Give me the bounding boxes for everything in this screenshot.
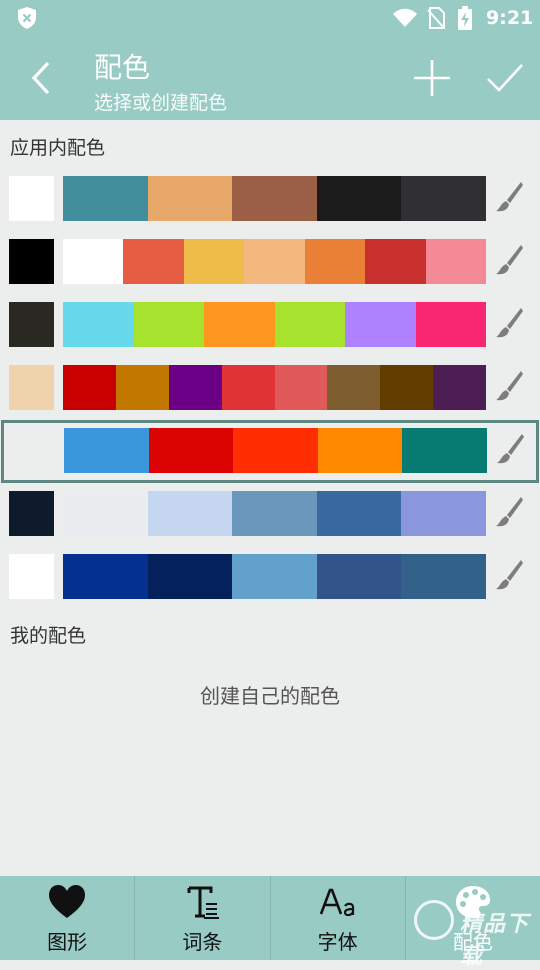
- palette-color-cell: [274, 302, 345, 347]
- brush-edit-icon[interactable]: [494, 306, 524, 340]
- palette-base-swatch: [9, 365, 54, 410]
- watermark: 精品下载: [414, 888, 540, 969]
- heart-icon: [49, 885, 86, 918]
- palette-row[interactable]: [0, 357, 540, 420]
- palette-base-swatch: [9, 554, 54, 599]
- brush-edit-icon[interactable]: [494, 495, 524, 529]
- palette-color-strip: [64, 428, 487, 473]
- page-subtitle: 选择或创建配色: [94, 92, 228, 114]
- section-label-builtin: 应用内配色: [10, 137, 106, 159]
- palette-color-strip: [63, 365, 486, 410]
- nav-label-words: 词条: [182, 930, 223, 954]
- palette-color-cell: [402, 428, 487, 473]
- page-title: 配色: [94, 51, 151, 84]
- palette-color-cell: [401, 554, 486, 599]
- watermark-text: 精品下载: [460, 912, 530, 969]
- palette-row[interactable]: [0, 231, 540, 294]
- palette-row[interactable]: [1, 420, 539, 483]
- palette-color-cell: [327, 365, 381, 410]
- palette-color-cell: [304, 239, 366, 284]
- palette-color-cell: [317, 428, 403, 473]
- palette-color-strip: [63, 302, 486, 347]
- palette-color-strip: [63, 176, 486, 221]
- status-time: 9:21: [486, 7, 534, 29]
- nav-label-fonts: 字体: [317, 930, 358, 954]
- palette-color-cell: [148, 428, 234, 473]
- palette-base-swatch: [9, 302, 54, 347]
- brush-edit-icon[interactable]: [494, 180, 524, 214]
- palette-base-swatch: [9, 239, 54, 284]
- palette-color-cell: [147, 554, 233, 599]
- watermark-logo-icon: [414, 900, 454, 940]
- palette-color-cell: [133, 302, 204, 347]
- check-icon[interactable]: [486, 62, 524, 94]
- palette-color-cell: [233, 428, 318, 473]
- palette-base-swatch: [10, 428, 55, 473]
- palette-color-cell: [433, 365, 486, 410]
- shield-x-icon: [18, 7, 36, 29]
- palette-color-cell: [63, 176, 148, 221]
- palette-color-cell: [274, 365, 328, 410]
- section-label-mine: 我的配色: [10, 625, 87, 647]
- palette-color-cell: [63, 365, 116, 410]
- palette-color-cell: [316, 176, 402, 221]
- wifi-icon: [393, 8, 417, 27]
- palette-color-cell: [232, 491, 317, 536]
- palette-base-swatch: [9, 176, 54, 221]
- no-sim-icon: [427, 7, 445, 29]
- palette-color-cell: [63, 554, 148, 599]
- palette-color-cell: [244, 239, 305, 284]
- palette-color-cell: [316, 554, 402, 599]
- palette-color-cell: [147, 176, 233, 221]
- palette-color-cell: [221, 365, 275, 410]
- palette-color-cell: [316, 491, 402, 536]
- brush-edit-icon[interactable]: [494, 369, 524, 403]
- add-icon[interactable]: [412, 58, 452, 98]
- palette-color-cell: [232, 176, 317, 221]
- palette-color-cell: [380, 365, 434, 410]
- palette-color-cell: [401, 176, 486, 221]
- palette-color-cell: [63, 302, 134, 347]
- palette-color-cell: [204, 302, 275, 347]
- palette-color-cell: [401, 491, 486, 536]
- palette-color-strip: [63, 554, 486, 599]
- palette-color-cell: [147, 491, 233, 536]
- brush-edit-icon[interactable]: [495, 432, 525, 466]
- palette-color-cell: [415, 302, 486, 347]
- palette-color-cell: [365, 239, 426, 284]
- nav-item-fonts[interactable]: 字体: [269, 876, 405, 960]
- palette-color-strip: [63, 239, 486, 284]
- nav-item-words[interactable]: 词条: [134, 876, 269, 960]
- palette-color-cell: [183, 239, 245, 284]
- palette-color-strip: [63, 491, 486, 536]
- palette-color-cell: [115, 365, 169, 410]
- app-bar: 配色 选择或创建配色: [0, 36, 540, 120]
- palette-color-cell: [63, 491, 148, 536]
- palette-row[interactable]: [0, 546, 540, 609]
- palette-row[interactable]: [0, 168, 540, 231]
- create-own-palette-link[interactable]: 创建自己的配色: [0, 680, 540, 709]
- battery-charging-icon: [458, 6, 472, 30]
- back-arrow-icon[interactable]: [26, 60, 58, 96]
- palette-color-cell: [345, 302, 416, 347]
- palette-base-swatch: [9, 491, 54, 536]
- palette-color-cell: [168, 365, 222, 410]
- text-icon: [187, 886, 220, 919]
- nav-item-shapes[interactable]: 图形: [0, 876, 134, 960]
- font-icon: [319, 888, 354, 917]
- palette-row[interactable]: [0, 483, 540, 546]
- status-bar: 9:21: [0, 0, 540, 36]
- palette-color-cell: [64, 428, 149, 473]
- palette-color-cell: [232, 554, 317, 599]
- brush-edit-icon[interactable]: [494, 558, 524, 592]
- nav-label-shapes: 图形: [47, 930, 88, 954]
- palette-row[interactable]: [0, 294, 540, 357]
- palette-color-cell: [425, 239, 486, 284]
- palette-color-cell: [63, 239, 124, 284]
- brush-edit-icon[interactable]: [494, 243, 524, 277]
- palette-color-cell: [123, 239, 184, 284]
